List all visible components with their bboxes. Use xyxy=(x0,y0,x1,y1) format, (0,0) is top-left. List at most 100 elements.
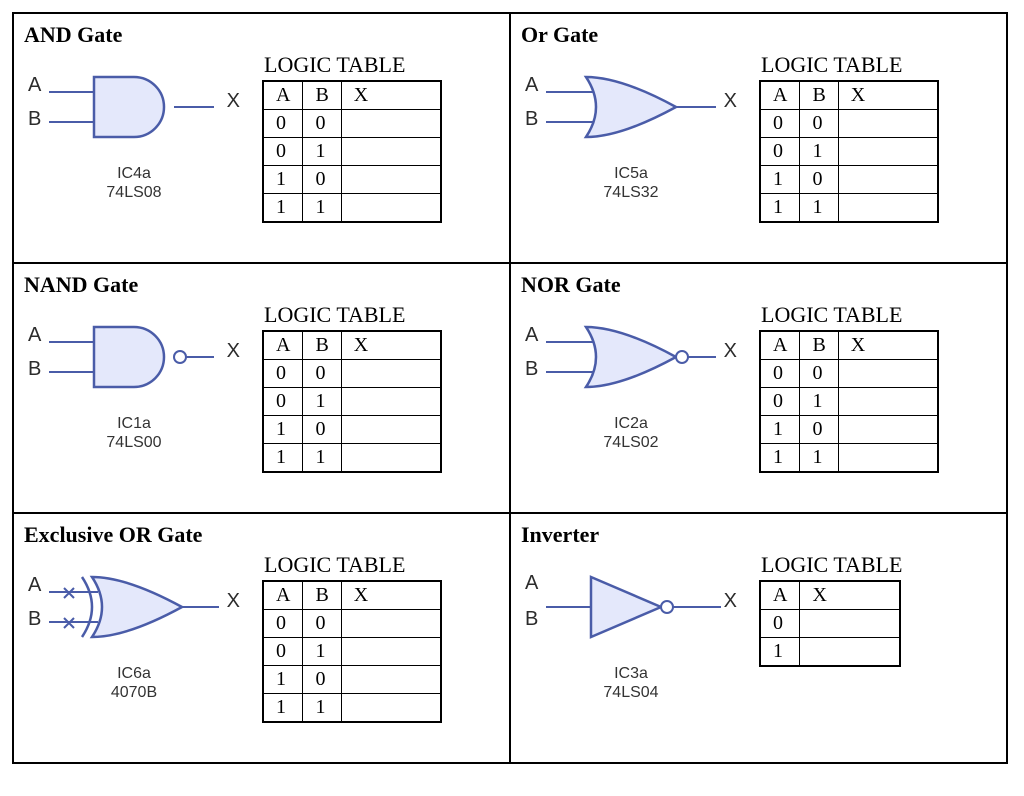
cell-x xyxy=(341,110,441,138)
col-a-header: A xyxy=(760,581,800,610)
symbol-box: ABXIC3a74LS04 xyxy=(521,552,741,702)
cell-x xyxy=(341,638,441,666)
table-row: 11 xyxy=(760,194,938,223)
table-row: 0 xyxy=(760,610,900,638)
col-x-header: X xyxy=(341,331,441,360)
table-title: LOGIC TABLE xyxy=(761,302,939,328)
cell-b: 0 xyxy=(303,166,341,194)
output-x-label: X xyxy=(227,90,240,113)
input-a-label: A xyxy=(28,324,41,347)
table-row: 01 xyxy=(760,388,938,416)
table-row: 00 xyxy=(263,610,441,638)
truth-table: AX01 xyxy=(759,580,901,667)
cell-a: 1 xyxy=(760,416,800,444)
cell-a: 0 xyxy=(263,138,303,166)
symbol-box: ABXIC2a74LS02 xyxy=(521,302,741,452)
cell-b: 1 xyxy=(303,638,341,666)
col-x-header: X xyxy=(800,581,900,610)
table-row: 00 xyxy=(760,110,938,138)
cell-b: 0 xyxy=(303,416,341,444)
truth-table: ABX00011011 xyxy=(759,80,939,223)
table-row: 10 xyxy=(263,666,441,694)
cell-a: 0 xyxy=(263,638,303,666)
symbol-box: ABXIC6a4070B xyxy=(24,552,244,702)
input-a-label: A xyxy=(525,74,538,97)
cell-x xyxy=(341,388,441,416)
ic-label: IC6a4070B xyxy=(111,664,157,702)
table-row: 11 xyxy=(263,194,441,223)
input-a-label: A xyxy=(525,324,538,347)
symbol-box: ABXIC4a74LS08 xyxy=(24,52,244,202)
truth-table-box: LOGIC TABLEABX00011011 xyxy=(759,52,939,223)
input-b-label: B xyxy=(28,608,41,631)
cell-x xyxy=(341,444,441,473)
truth-table: ABX00011011 xyxy=(262,580,442,723)
table-header-row: ABX xyxy=(263,581,441,610)
table-title: LOGIC TABLE xyxy=(761,52,939,78)
cell-a: 1 xyxy=(263,666,303,694)
gate-symbol-nand-icon: ABX xyxy=(24,302,244,412)
cell-b: 1 xyxy=(303,694,341,723)
table-title: LOGIC TABLE xyxy=(761,552,902,578)
table-row: 10 xyxy=(760,166,938,194)
cell-a: 1 xyxy=(263,416,303,444)
col-b-header: B xyxy=(303,331,341,360)
output-x-label: X xyxy=(227,340,240,363)
cell-b: 1 xyxy=(303,388,341,416)
cell-x xyxy=(838,444,938,473)
table-row: 01 xyxy=(263,388,441,416)
cell-x xyxy=(341,666,441,694)
gate-title: NAND Gate xyxy=(24,272,499,298)
table-row: 00 xyxy=(760,360,938,388)
truth-table-box: LOGIC TABLEABX00011011 xyxy=(262,552,442,723)
gate-cell: AND Gate ABXIC4a74LS08LOGIC TABLEABX0001… xyxy=(14,14,511,264)
cell-a: 1 xyxy=(760,194,800,223)
cell-b: 1 xyxy=(303,194,341,223)
cell-a: 1 xyxy=(760,444,800,473)
ic-part: 74LS02 xyxy=(603,433,658,452)
gate-symbol-or-icon: ABX xyxy=(521,52,741,162)
gate-content: ABXIC6a4070BLOGIC TABLEABX00011011 xyxy=(24,552,499,723)
ic-part: 4070B xyxy=(111,683,157,702)
col-a-header: A xyxy=(760,331,800,360)
cell-a: 0 xyxy=(760,610,800,638)
truth-table-box: LOGIC TABLEAX01 xyxy=(759,552,902,667)
col-b-header: B xyxy=(303,581,341,610)
gate-content: ABXIC3a74LS04LOGIC TABLEAX01 xyxy=(521,552,996,702)
cell-x xyxy=(341,610,441,638)
ic-name: IC2a xyxy=(603,414,658,433)
cell-b: 0 xyxy=(303,110,341,138)
cell-b: 0 xyxy=(800,360,838,388)
truth-table: ABX00011011 xyxy=(759,330,939,473)
col-a-header: A xyxy=(263,581,303,610)
cell-b: 1 xyxy=(303,444,341,473)
gate-title: Or Gate xyxy=(521,22,996,48)
output-x-label: X xyxy=(724,90,737,113)
table-row: 10 xyxy=(263,416,441,444)
table-title: LOGIC TABLE xyxy=(264,52,442,78)
gate-title: NOR Gate xyxy=(521,272,996,298)
cell-b: 0 xyxy=(303,666,341,694)
input-a-label: A xyxy=(28,574,41,597)
gate-symbol-and-icon: ABX xyxy=(24,52,244,162)
cell-x xyxy=(800,638,900,667)
table-row: 10 xyxy=(263,166,441,194)
table-row: 1 xyxy=(760,638,900,667)
gate-symbol-not-icon: ABX xyxy=(521,552,741,662)
col-x-header: X xyxy=(341,581,441,610)
cell-a: 1 xyxy=(263,444,303,473)
output-x-label: X xyxy=(724,590,737,613)
cell-b: 1 xyxy=(800,138,838,166)
cell-a: 1 xyxy=(263,694,303,723)
table-row: 01 xyxy=(263,638,441,666)
ic-part: 74LS04 xyxy=(603,683,658,702)
cell-a: 0 xyxy=(263,388,303,416)
cell-b: 0 xyxy=(800,110,838,138)
input-b-label: B xyxy=(525,358,538,381)
cell-b: 1 xyxy=(800,444,838,473)
cell-x xyxy=(341,194,441,223)
cell-x xyxy=(838,138,938,166)
cell-a: 0 xyxy=(263,110,303,138)
ic-label: IC5a74LS32 xyxy=(603,164,658,202)
table-header-row: AX xyxy=(760,581,900,610)
